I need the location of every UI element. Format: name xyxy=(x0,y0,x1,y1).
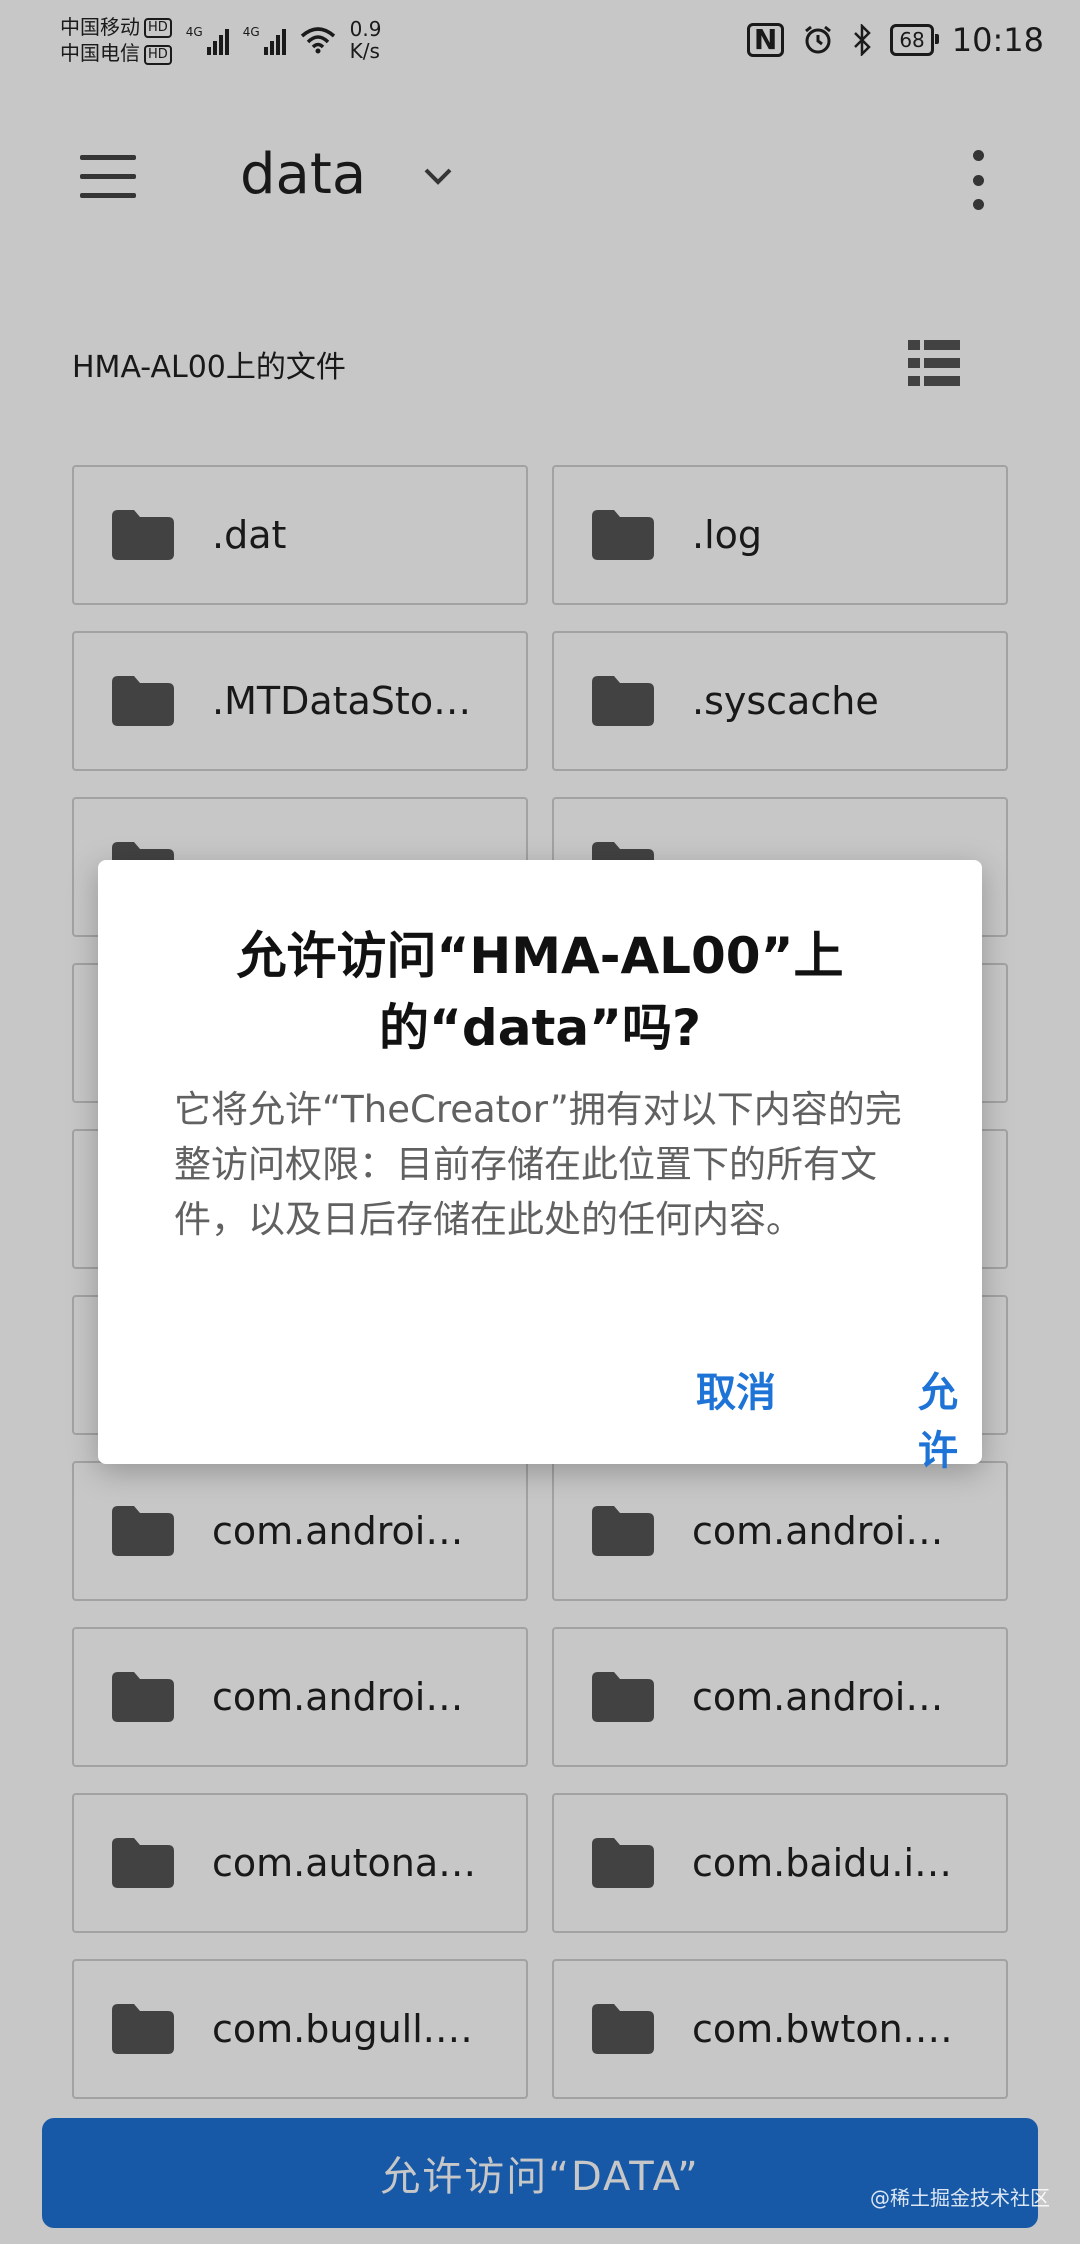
permission-dialog: 允许访问“HMA-AL00”上的“data”吗? 它将允许“TheCreator… xyxy=(98,860,982,1474)
watermark: @稀土掘金技术社区 xyxy=(870,2186,1050,2210)
allow-button[interactable]: 允许 xyxy=(894,1350,982,1486)
dialog-title: 允许访问“HMA-AL00”上的“data”吗? xyxy=(236,927,844,1057)
cancel-button[interactable]: 取消 xyxy=(678,1350,794,1428)
dialog-message: 它将允许“TheCreator”拥有对以下内容的完整访问权限：目前存储在此位置下… xyxy=(174,1088,902,1241)
